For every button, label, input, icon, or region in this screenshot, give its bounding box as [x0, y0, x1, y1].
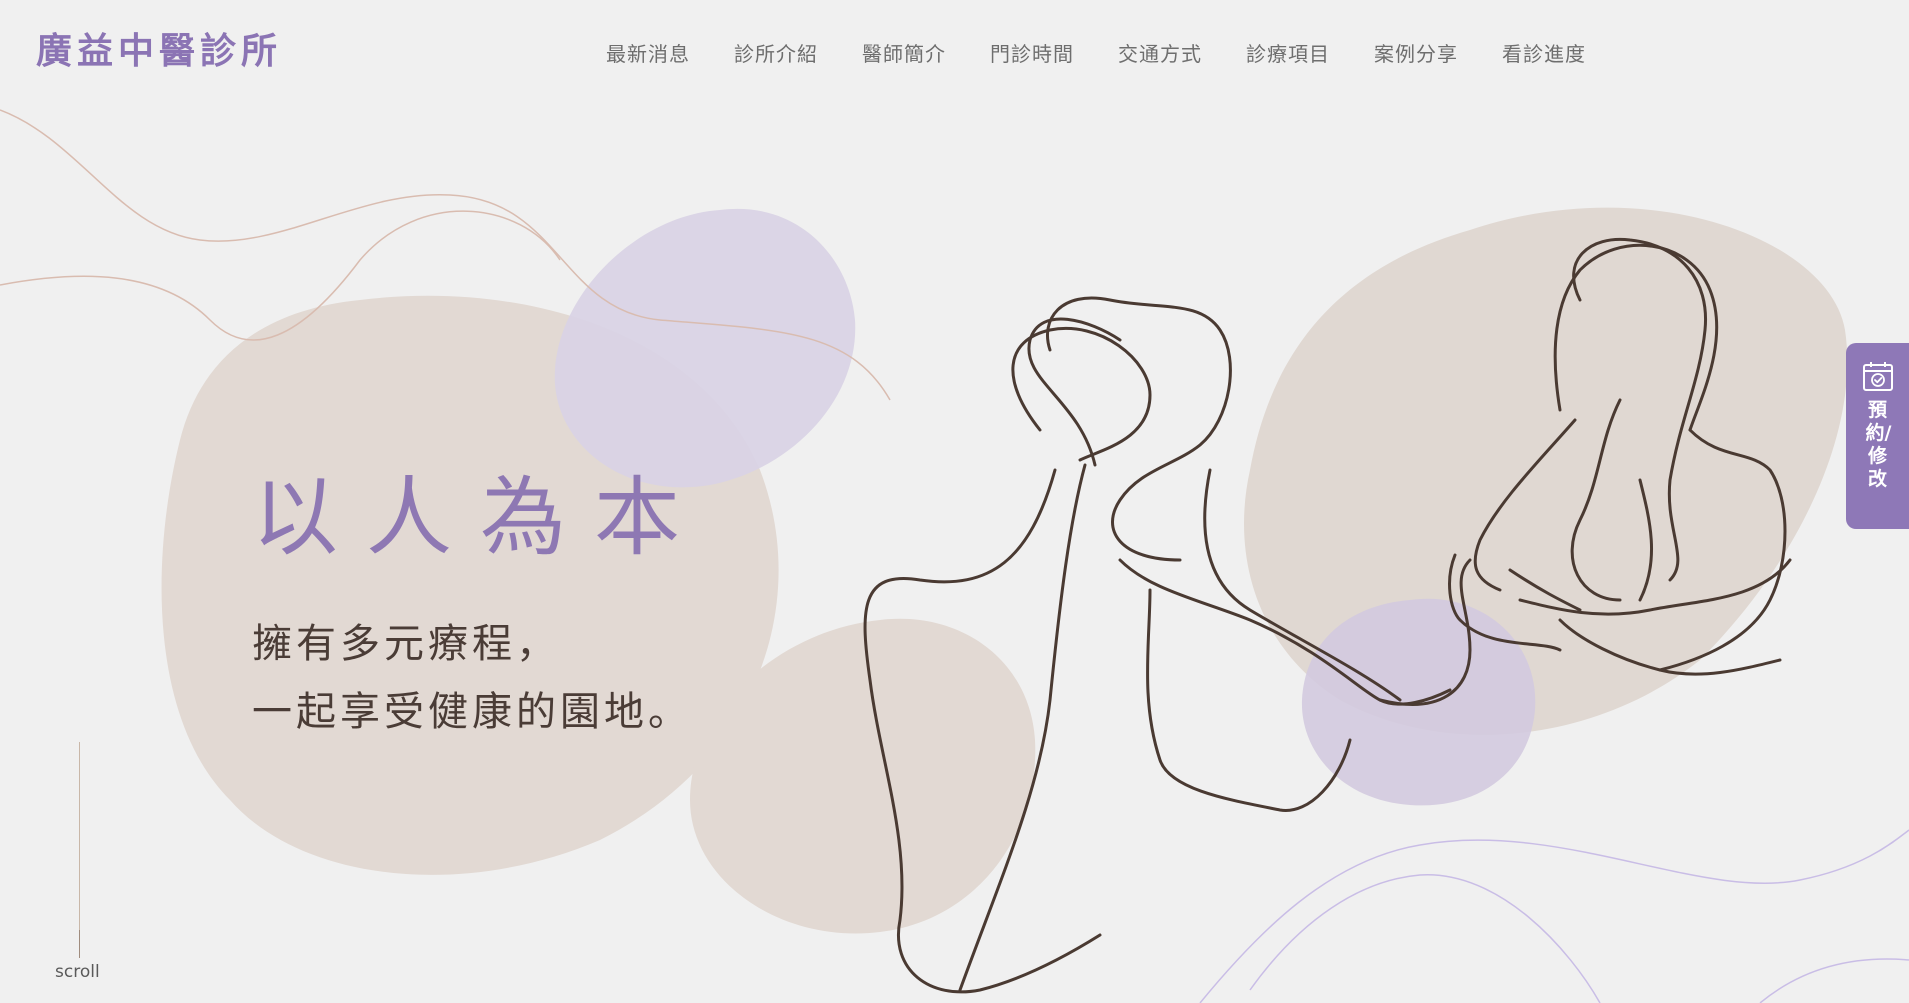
lavender-blob-top: [554, 208, 856, 488]
logo[interactable]: 廣益中醫診所: [36, 28, 282, 76]
hero-title: 以人為本: [252, 468, 708, 568]
booking-label: 預約/修改: [1865, 399, 1892, 490]
nav-item-clinic-intro[interactable]: 診所介紹: [734, 38, 818, 67]
nav-item-latest-news[interactable]: 最新消息: [606, 38, 690, 67]
calendar-check-icon: [1862, 362, 1893, 391]
nav-item-doctor-profile[interactable]: 醫師簡介: [862, 38, 946, 67]
hero-subtitle-line-1: 擁有多元療程，: [252, 621, 560, 667]
page: 廣益中醫診所 最新消息 診所介紹 醫師簡介 門診時間 交通方式 診療項目 案例分…: [0, 0, 1909, 1003]
nav-item-clinic-hours[interactable]: 門診時間: [990, 38, 1074, 67]
scroll-indicator-progress: [79, 930, 80, 958]
scroll-label[interactable]: scroll: [55, 962, 100, 982]
booking-button[interactable]: 預約/修改: [1846, 343, 1909, 529]
scroll-indicator-line: [79, 742, 80, 958]
deco-curve-4: [1249, 874, 1601, 1003]
nav-item-case-studies[interactable]: 案例分享: [1374, 38, 1458, 67]
nav-item-treatments[interactable]: 診療項目: [1246, 38, 1330, 67]
hero-subtitle: 擁有多元療程， 一起享受健康的園地。: [252, 610, 692, 746]
nav-item-queue-progress[interactable]: 看診進度: [1502, 38, 1586, 67]
main-nav: 最新消息 診所介紹 醫師簡介 門診時間 交通方式 診療項目 案例分享 看診進度: [606, 32, 1586, 72]
deco-curve-5: [1759, 958, 1909, 1003]
hero-subtitle-line-2: 一起享受健康的園地。: [252, 689, 692, 735]
nav-item-directions[interactable]: 交通方式: [1118, 38, 1202, 67]
